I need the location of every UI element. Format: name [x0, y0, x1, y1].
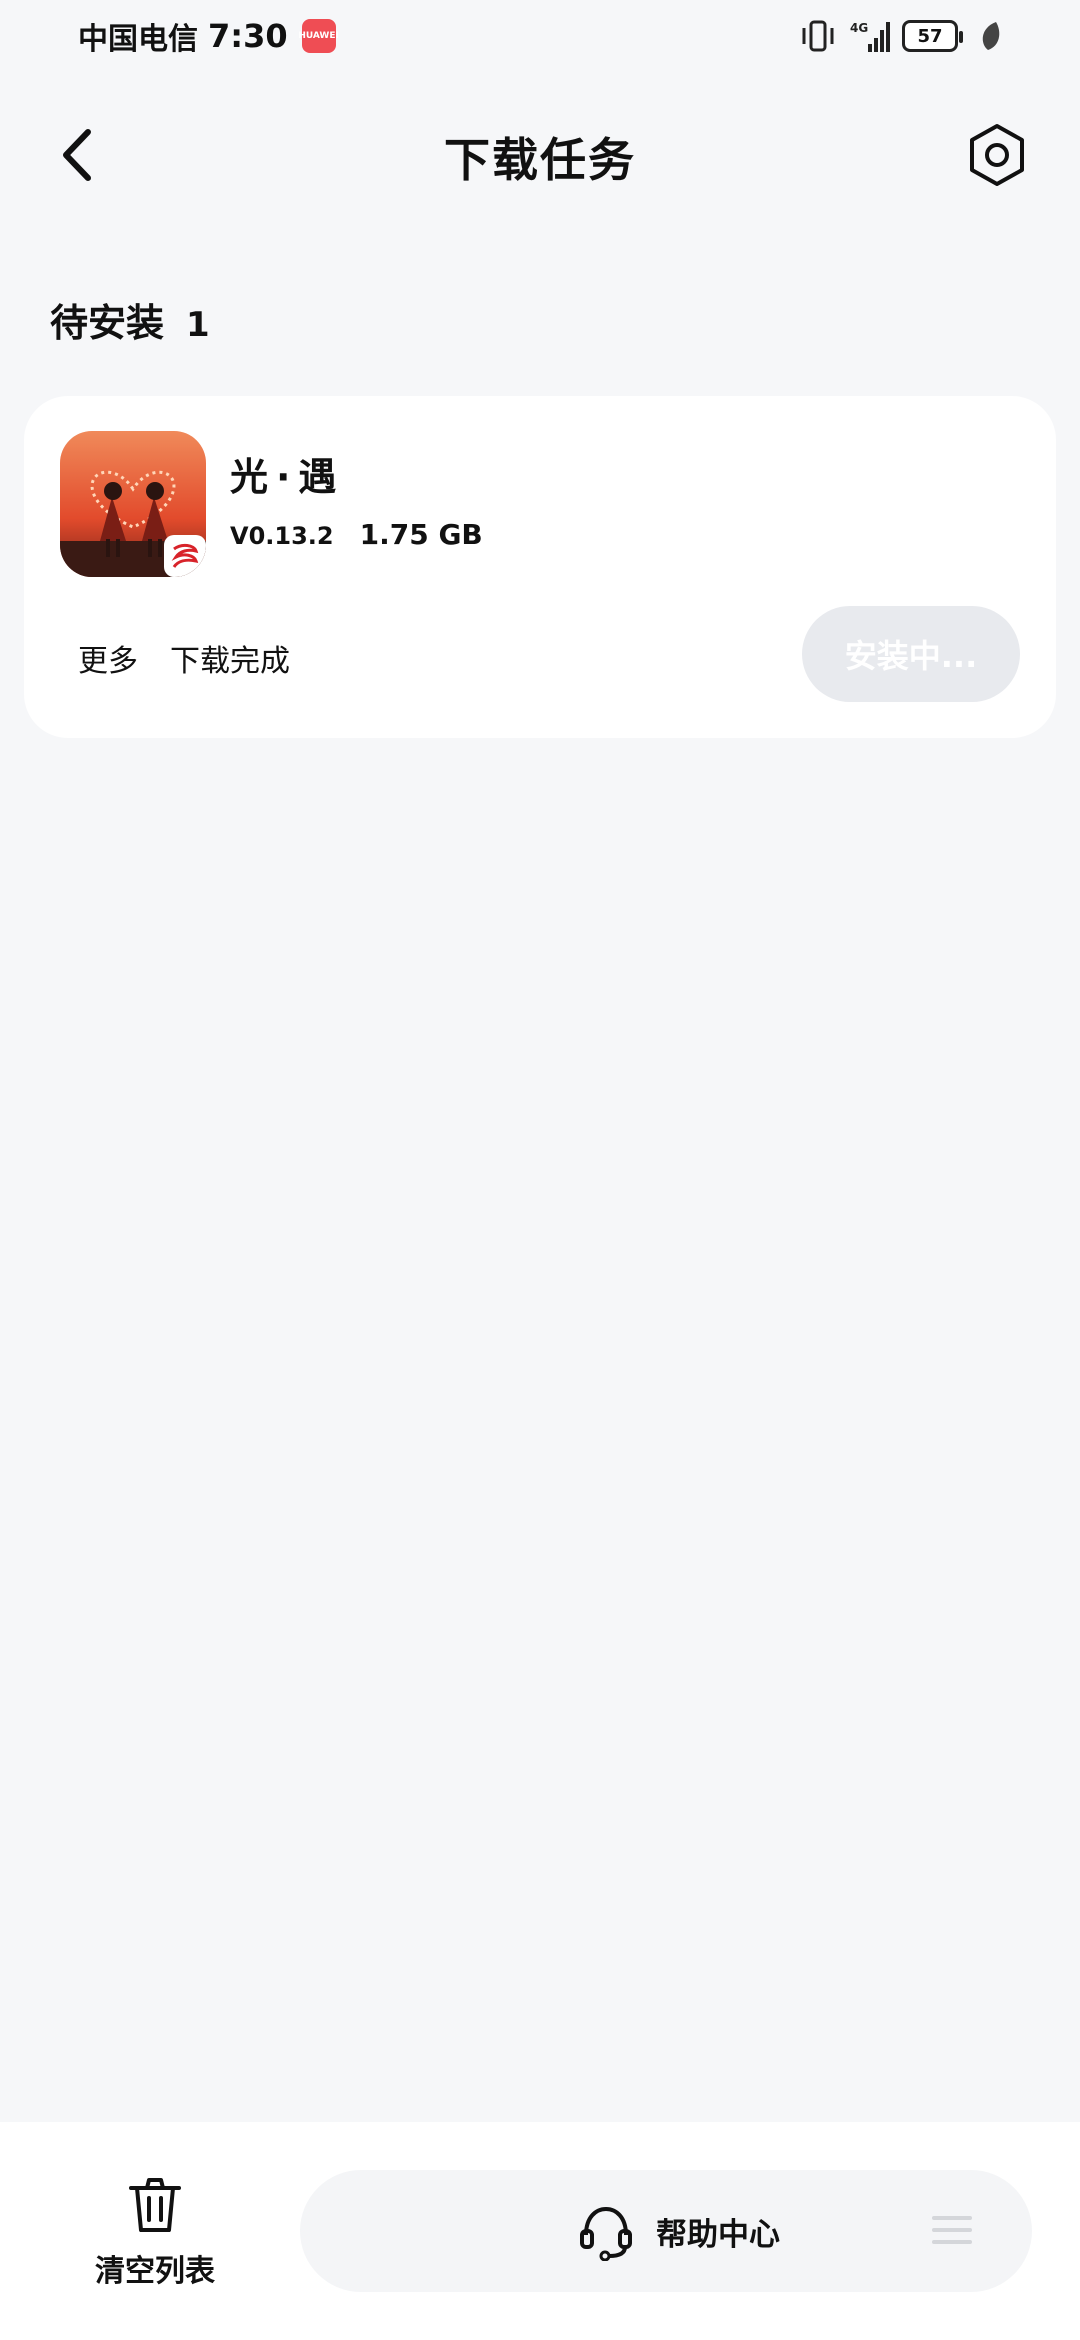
leaf-icon — [982, 22, 1000, 50]
app-badge-text: HUAWEI — [298, 31, 339, 41]
app-meta: V0.13.2 1.75 GB — [230, 518, 483, 551]
bottom-bar: 清空列表 帮助中心 — [0, 2122, 1080, 2340]
battery-level: 57 — [917, 25, 943, 47]
app-name: 光·遇 — [230, 455, 345, 499]
settings-icon[interactable] — [962, 120, 1032, 190]
app-size: 1.75 GB — [359, 518, 483, 551]
status-right: 4G 57 — [798, 14, 1010, 58]
help-center-button[interactable]: 帮助中心 — [300, 2170, 1032, 2292]
page-title: 下载任务 — [444, 133, 636, 187]
headset-icon — [580, 2206, 632, 2261]
status-left: 中国电信 7:30 HUAWEI — [78, 14, 339, 58]
help-center-content: 帮助中心 — [576, 2200, 780, 2262]
clear-list-button[interactable]: 清空列表 — [80, 2172, 230, 2302]
app-icon[interactable] — [60, 431, 206, 577]
vibrate-icon — [802, 20, 834, 52]
help-center-label: 帮助中心 — [656, 2216, 780, 2253]
signal-icon: 4G — [850, 21, 890, 52]
battery-indicator: 57 — [902, 20, 963, 52]
huawei-store-icon: HUAWEI — [298, 19, 339, 53]
menu-icon[interactable] — [932, 2212, 972, 2248]
page-header: 下载任务 — [0, 100, 1080, 210]
trash-icon — [129, 2178, 181, 2232]
app-version: V0.13.2 — [230, 522, 334, 550]
status-bar: 中国电信 7:30 HUAWEI 4G 57 — [0, 0, 1080, 72]
pending-install-heading: 待安装 1 — [50, 292, 210, 347]
install-button[interactable]: 安装中... — [802, 606, 1020, 702]
download-status: 下载完成 — [170, 644, 290, 679]
network-type: 4G — [850, 21, 868, 35]
section-title: 待安装 — [50, 301, 165, 345]
download-task-card: 光·遇 V0.13.2 1.75 GB 更多 下载完成 安装中... — [24, 396, 1056, 738]
clock: 7:30 — [208, 17, 288, 55]
clear-list-label: 清空列表 — [95, 2254, 215, 2289]
carrier-label: 中国电信 — [78, 22, 198, 57]
section-count: 1 — [186, 305, 210, 345]
more-link[interactable]: 更多 — [78, 636, 138, 680]
